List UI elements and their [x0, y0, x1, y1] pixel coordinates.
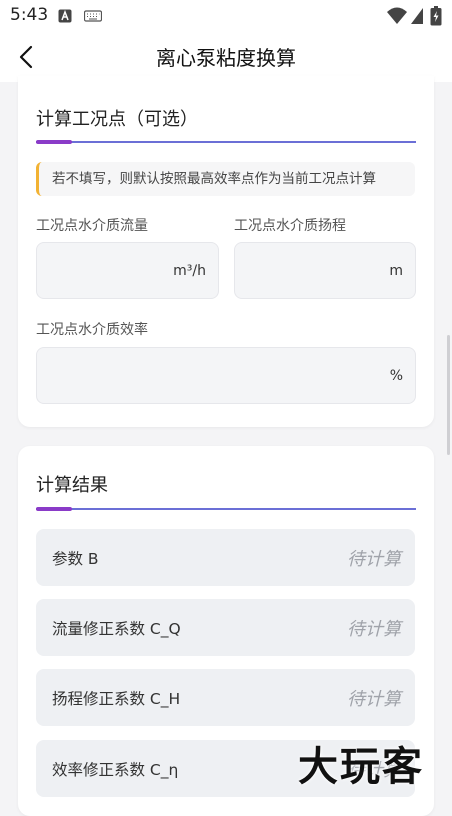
app-a-icon [58, 9, 72, 23]
flow-input[interactable] [47, 243, 160, 300]
result-value: 待计算 [347, 688, 401, 710]
result-label: 效率修正系数 C_η [52, 760, 179, 779]
head-field[interactable]: m [234, 242, 416, 300]
page-title: 离心泵粘度换算 [156, 46, 296, 70]
keyboard-icon [84, 10, 102, 22]
efficiency-unit: % [389, 367, 403, 384]
scrollbar[interactable] [447, 335, 450, 455]
head-label: 工况点水介质扬程 [234, 218, 346, 234]
flow-unit: m³/h [173, 262, 206, 279]
section-divider [36, 140, 416, 144]
wifi-icon [387, 7, 407, 24]
section-divider [36, 507, 416, 511]
flow-label: 工况点水介质流量 [36, 218, 148, 234]
result-label: 流量修正系数 C_Q [52, 619, 181, 638]
results-section-title: 计算结果 [36, 475, 108, 496]
efficiency-input[interactable] [47, 348, 278, 405]
head-input[interactable] [245, 243, 357, 300]
battery-icon [430, 6, 442, 26]
status-time: 5:43 [10, 5, 49, 25]
efficiency-label: 工况点水介质效率 [36, 322, 148, 338]
result-row-b[interactable]: 参数 B 待计算 [36, 529, 415, 586]
app-bar: 离心泵粘度换算 [0, 32, 452, 82]
flow-field[interactable]: m³/h [36, 242, 219, 300]
result-label: 扬程修正系数 C_H [52, 689, 181, 708]
status-bar: 5:43 [0, 0, 452, 32]
result-row-ch[interactable]: 扬程修正系数 C_H 待计算 [36, 669, 415, 726]
result-value: 待计算 [347, 618, 401, 640]
head-unit: m [389, 262, 403, 279]
condition-section-title: 计算工况点（可选） [36, 109, 198, 130]
hint-note: 若不填写，则默认按照最高效率点作为当前工况点计算 [36, 162, 415, 196]
result-row-cq[interactable]: 流量修正系数 C_Q 待计算 [36, 599, 415, 656]
watermark-logo: 大玩客 [298, 744, 424, 790]
result-value: 待计算 [347, 548, 401, 570]
condition-card: 计算工况点（可选） 若不填写，则默认按照最高效率点作为当前工况点计算 工况点水介… [18, 76, 434, 427]
efficiency-field[interactable]: % [36, 347, 416, 405]
result-label: 参数 B [52, 549, 99, 568]
signal-icon [411, 8, 423, 24]
